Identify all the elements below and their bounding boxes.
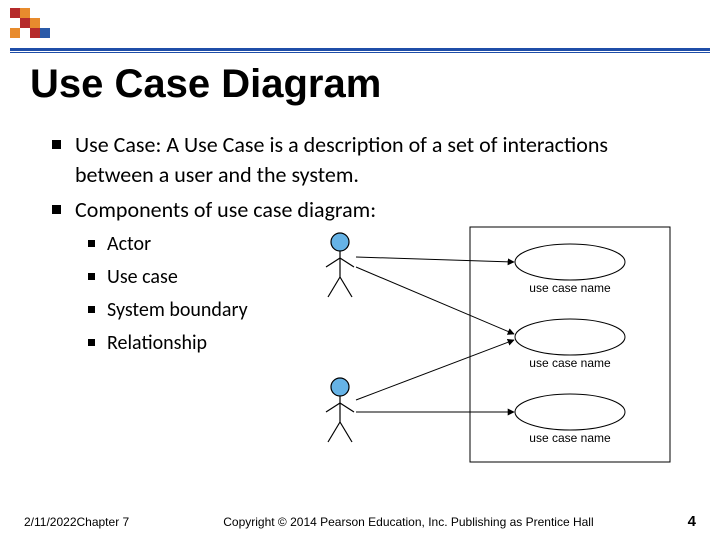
- footer-page-number: 4: [688, 513, 696, 530]
- relationship-a1-uc2: [356, 267, 514, 334]
- sub-bullet-4-text: Relationship: [107, 330, 207, 357]
- footer-date-chapter: 2/11/2022Chapter 7: [24, 515, 129, 529]
- bullet-icon: [88, 273, 95, 280]
- title-rule-thick: [10, 48, 710, 51]
- bullet-2: Components of use case diagram:: [52, 195, 690, 225]
- bullet-icon: [88, 306, 95, 313]
- use-case-3: use case name: [515, 394, 625, 445]
- bullet-2-text: Components of use case diagram:: [75, 195, 376, 225]
- relationship-a1-uc1: [356, 257, 514, 262]
- bullet-icon: [52, 205, 61, 214]
- bullet-1: Use Case: A Use Case is a description of…: [52, 130, 690, 189]
- use-case-1: use case name: [515, 244, 625, 295]
- sub-bullet-1-text: Actor: [107, 231, 151, 258]
- bullet-icon: [88, 339, 95, 346]
- bullet-icon: [88, 240, 95, 247]
- use-case-2-label: use case name: [529, 356, 611, 370]
- slide-title: Use Case Diagram: [30, 62, 381, 107]
- actor-2-icon: [326, 378, 354, 442]
- use-case-2: use case name: [515, 319, 625, 370]
- actor-1-icon: [326, 233, 354, 297]
- bullet-icon: [52, 140, 61, 149]
- sub-bullet-3-text: System boundary: [107, 297, 248, 324]
- slide-footer: 2/11/2022Chapter 7 Copyright © 2014 Pear…: [0, 513, 720, 530]
- relationship-a2-uc2: [356, 340, 514, 400]
- footer-copyright: Copyright © 2014 Pearson Education, Inc.…: [129, 515, 687, 529]
- use-case-diagram: use case name use case name use case nam…: [290, 222, 680, 472]
- system-boundary: [470, 227, 670, 462]
- use-case-1-label: use case name: [529, 281, 611, 295]
- title-rule-thin: [10, 52, 710, 53]
- use-case-3-label: use case name: [529, 431, 611, 445]
- sub-bullet-2-text: Use case: [107, 264, 178, 291]
- bullet-1-text: Use Case: A Use Case is a description of…: [75, 130, 690, 189]
